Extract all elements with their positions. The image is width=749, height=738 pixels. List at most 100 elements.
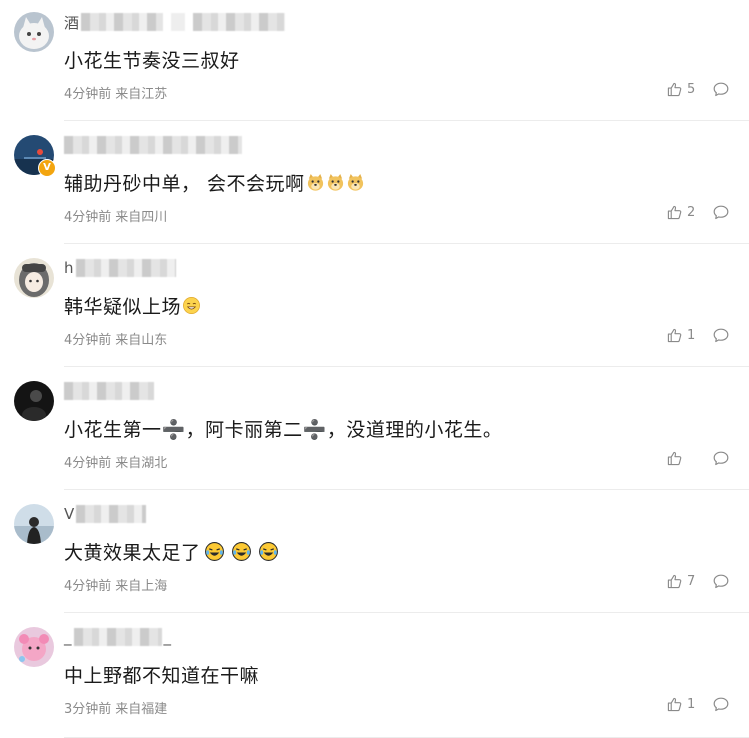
comment-actions: 2 — [667, 205, 729, 220]
comment-time: 4分钟前 — [64, 579, 112, 594]
comment-meta: 4分钟前 来自上海 — [64, 575, 167, 594]
reply-button[interactable] — [713, 697, 729, 712]
comment-bubble-icon — [713, 82, 729, 97]
verified-badge-icon: V — [38, 159, 56, 177]
divider — [64, 243, 749, 244]
blurred-name — [193, 13, 286, 31]
doge-icon — [327, 173, 343, 191]
comment-meta: 4分钟前 来自山东 — [64, 329, 167, 348]
laugh-cry-icon — [204, 542, 224, 561]
comment-bubble-icon — [713, 451, 729, 466]
avatar[interactable] — [14, 258, 54, 298]
thumbs-up-icon — [667, 328, 682, 343]
comment-location: 来自四川 — [115, 210, 168, 225]
username-lead: h — [64, 259, 74, 277]
comment-time: 4分钟前 — [64, 87, 112, 102]
thumbs-up-icon — [667, 574, 682, 589]
like-count: 2 — [687, 205, 696, 220]
grin-icon — [183, 297, 200, 314]
username[interactable]: h — [64, 258, 176, 278]
divider — [64, 366, 749, 367]
beach-avatar-icon — [14, 504, 54, 544]
divider — [64, 612, 749, 613]
comment-bubble-icon — [713, 328, 729, 343]
reply-button[interactable] — [713, 82, 729, 97]
like-button[interactable]: 1 — [667, 697, 707, 712]
comment-actions: 7 — [667, 574, 729, 589]
comment-text-content: 大黄效果太足了 — [64, 542, 201, 564]
white-cat-avatar-icon — [14, 12, 54, 52]
blurred-name — [81, 13, 164, 31]
like-button[interactable]: 1 — [667, 328, 707, 343]
comment-item: h 韩华疑似上场 4分钟前 来自山东 1 — [0, 246, 749, 369]
username[interactable]: V — [64, 504, 147, 524]
comment-location: 来自山东 — [115, 333, 168, 348]
like-button[interactable]: 2 — [667, 205, 707, 220]
avatar[interactable] — [14, 12, 54, 52]
thumbs-up-icon — [667, 205, 682, 220]
comment-meta: 4分钟前 来自四川 — [64, 206, 167, 225]
comment-meta: 4分钟前 来自江苏 — [64, 83, 167, 102]
reply-button[interactable] — [713, 205, 729, 220]
reply-button[interactable] — [713, 328, 729, 343]
like-count: 1 — [687, 697, 696, 712]
comment-item: V 大黄效果太足了 4分钟前 来自上海 7 — [0, 492, 749, 615]
comment-item: _ _ 中上野都不知道在干嘛 3分钟前 来自福建 1 — [0, 615, 749, 738]
username-lead: V — [64, 505, 75, 523]
comment-actions: 1 — [667, 697, 729, 712]
pink-cartoon-avatar-icon — [14, 627, 54, 667]
comment-actions: 5 — [667, 82, 729, 97]
doge-icon — [307, 173, 323, 191]
comment-text: 韩华疑似上场 — [64, 292, 201, 319]
username[interactable] — [64, 135, 242, 155]
thumbs-up-icon — [667, 451, 682, 466]
reply-button[interactable] — [713, 451, 729, 466]
doge-icon — [347, 173, 363, 191]
comment-text: 大黄效果太足了 — [64, 538, 279, 565]
username-trail: _ — [163, 628, 172, 646]
like-count: 5 — [687, 82, 696, 97]
thumbs-up-icon — [667, 82, 682, 97]
blurred-name — [76, 505, 147, 523]
comment-item: 小花生第一➗，阿卡丽第二➗，没道理的小花生。 4分钟前 来自湖北 — [0, 369, 749, 492]
comment-time: 3分钟前 — [64, 702, 112, 717]
blurred-name — [73, 628, 162, 646]
comment-text-content: 辅助丹砂中单， 会不会玩啊 — [64, 173, 305, 195]
divider — [64, 120, 749, 121]
blurred-name — [171, 13, 186, 31]
comment-text-content: 韩华疑似上场 — [64, 296, 182, 318]
like-button[interactable]: 5 — [667, 82, 707, 97]
comment-time: 4分钟前 — [64, 456, 112, 471]
like-button[interactable] — [667, 451, 707, 466]
comment-actions — [667, 451, 729, 466]
comment-text: 中上野都不知道在干嘛 — [64, 665, 260, 687]
like-button[interactable]: 7 — [667, 574, 707, 589]
comment-location: 来自江苏 — [115, 87, 168, 102]
comment-time: 4分钟前 — [64, 333, 112, 348]
blurred-name — [64, 382, 154, 400]
avatar[interactable] — [14, 504, 54, 544]
comment-bubble-icon — [713, 574, 729, 589]
comment-item: 酒 小花生节奏没三叔好 4分钟前 来自江苏 5 — [0, 0, 749, 123]
username-lead: 酒 — [64, 13, 80, 32]
reply-button[interactable] — [713, 574, 729, 589]
divider — [64, 489, 749, 490]
avatar[interactable] — [14, 627, 54, 667]
comment-location: 来自湖北 — [115, 456, 168, 471]
avatar[interactable] — [14, 381, 54, 421]
laugh-cry-icon — [231, 542, 251, 561]
anime-girl-avatar-icon — [14, 258, 54, 298]
comment-meta: 4分钟前 来自湖北 — [64, 452, 167, 471]
comment-bubble-icon — [713, 697, 729, 712]
like-count: 7 — [687, 574, 696, 589]
comment-bubble-icon — [713, 205, 729, 220]
comment-item: V 辅助丹砂中单， 会不会玩啊 4分钟前 来自四川 2 — [0, 123, 749, 246]
blurred-name — [75, 259, 176, 277]
comment-text: 小花生第一➗，阿卡丽第二➗，没道理的小花生。 — [64, 419, 503, 441]
thumbs-up-icon — [667, 697, 682, 712]
comment-text: 小花生节奏没三叔好 — [64, 50, 240, 72]
username[interactable] — [64, 381, 154, 401]
username[interactable]: 酒 — [64, 12, 286, 32]
comment-location: 来自福建 — [115, 702, 168, 717]
username[interactable]: _ _ — [64, 627, 173, 647]
